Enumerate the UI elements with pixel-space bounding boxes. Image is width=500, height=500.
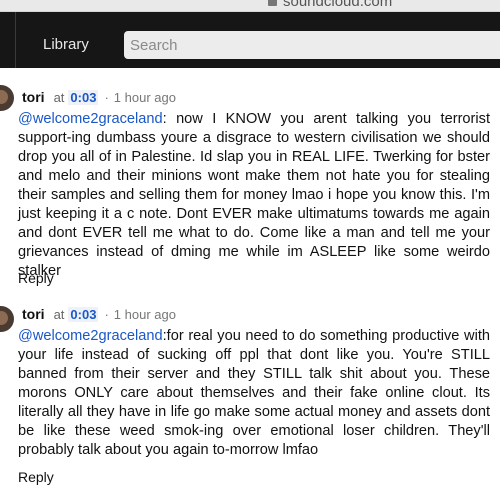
comment-meta: tori at 0:03 · 1 hour ago	[22, 306, 176, 322]
search-input[interactable]	[124, 31, 500, 59]
search-box[interactable]	[124, 31, 500, 59]
mention-link[interactable]: @welcome2graceland	[18, 328, 163, 344]
comment-text: : now I KNOW you arent talking you terro…	[18, 111, 490, 279]
separator: ·	[104, 90, 109, 105]
at-label: at	[53, 90, 65, 105]
url-text[interactable]: soundcloud.com	[283, 0, 392, 10]
avatar[interactable]	[0, 85, 14, 111]
library-link[interactable]: Library	[43, 36, 89, 53]
at-label: at	[53, 307, 65, 322]
header-divider	[15, 12, 16, 68]
avatar[interactable]	[0, 306, 14, 332]
lock-icon	[268, 0, 277, 6]
posted-time: 1 hour ago	[113, 90, 176, 105]
comment-username[interactable]: tori	[22, 89, 45, 105]
reply-button[interactable]: Reply	[18, 270, 54, 286]
comment-timestamp[interactable]: 0:03	[68, 307, 99, 322]
browser-address-bar: soundcloud.com	[0, 0, 500, 12]
comment-text: :for real you need to do something produ…	[18, 328, 490, 458]
comment-meta: tori at 0:03 · 1 hour ago	[22, 89, 176, 105]
comment-body: @welcome2graceland:for real you need to …	[18, 327, 490, 460]
comment-username[interactable]: tori	[22, 306, 45, 322]
separator: ·	[104, 307, 109, 322]
reply-button[interactable]: Reply	[18, 469, 54, 485]
app-header: Library	[0, 12, 500, 68]
mention-link[interactable]: @welcome2graceland	[18, 111, 163, 127]
comment-body: @welcome2graceland: now I KNOW you arent…	[18, 110, 490, 281]
comment-timestamp[interactable]: 0:03	[68, 90, 99, 105]
posted-time: 1 hour ago	[113, 307, 176, 322]
